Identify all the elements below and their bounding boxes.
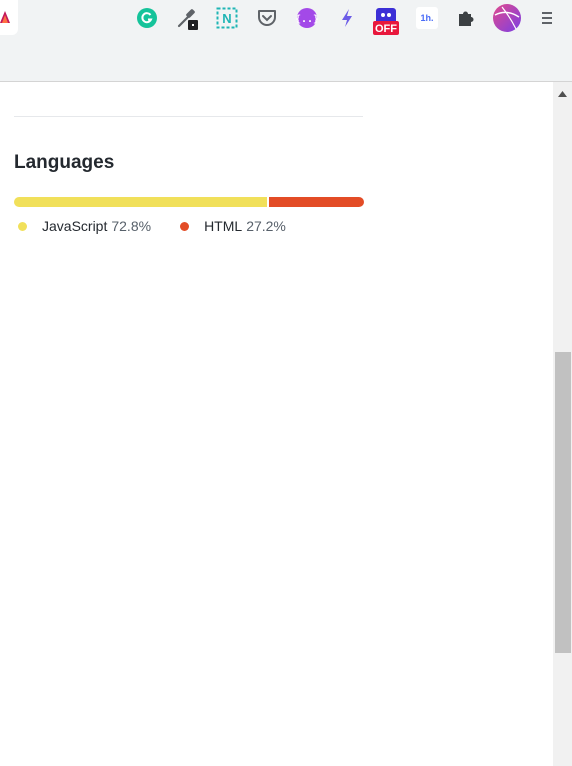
languages-heading: Languages xyxy=(14,152,115,173)
active-tab-edge[interactable] xyxy=(0,0,18,35)
language-name: JavaScript xyxy=(42,218,108,234)
clipped-link-text[interactable] xyxy=(14,82,174,84)
scroll-up-arrow-icon[interactable] xyxy=(553,88,572,100)
language-bar-segment-javascript xyxy=(14,197,268,207)
off-badge-label: OFF xyxy=(375,23,397,35)
profile-avatar-icon[interactable] xyxy=(492,3,522,33)
language-color-dot-icon xyxy=(180,221,190,231)
tab-favicon-icon xyxy=(0,11,10,23)
pocket-icon[interactable] xyxy=(255,6,279,30)
svg-text:{..}: {..} xyxy=(296,14,318,25)
section-divider xyxy=(14,116,363,117)
grammarly-icon[interactable] xyxy=(135,6,159,30)
vertical-scrollbar[interactable] xyxy=(553,82,572,766)
puzzle-icon[interactable] xyxy=(455,6,479,30)
language-item-html[interactable]: HTML 27.2% xyxy=(180,218,286,234)
page-content: Languages JavaScript 72.8% HTML 27.2% xyxy=(0,82,553,766)
lightning-icon[interactable] xyxy=(335,6,359,30)
menu-icon[interactable] xyxy=(535,6,559,30)
language-item-javascript[interactable]: JavaScript 72.8% xyxy=(18,218,151,234)
language-list: JavaScript 72.8% HTML 27.2% xyxy=(18,218,315,234)
scrollbar-thumb[interactable] xyxy=(555,352,571,653)
language-bar xyxy=(14,197,364,207)
code-braces-icon[interactable]: {..} xyxy=(295,6,319,30)
notion-web-clipper-icon[interactable]: N xyxy=(215,6,239,30)
language-percent: 72.8% xyxy=(111,218,152,234)
eyedropper-icon[interactable] xyxy=(175,6,199,30)
language-percent: 27.2% xyxy=(246,218,286,234)
language-bar-segment-html xyxy=(269,197,364,207)
svg-text:N: N xyxy=(222,11,231,26)
svg-text:1h.: 1h. xyxy=(420,13,433,23)
off-badge-icon[interactable]: OFF xyxy=(372,8,400,36)
language-name: HTML xyxy=(204,218,243,234)
browser-toolbar: N {..} OFF 1h. xyxy=(0,0,572,82)
1h-icon[interactable]: 1h. xyxy=(415,6,439,30)
language-color-dot-icon xyxy=(18,221,27,231)
